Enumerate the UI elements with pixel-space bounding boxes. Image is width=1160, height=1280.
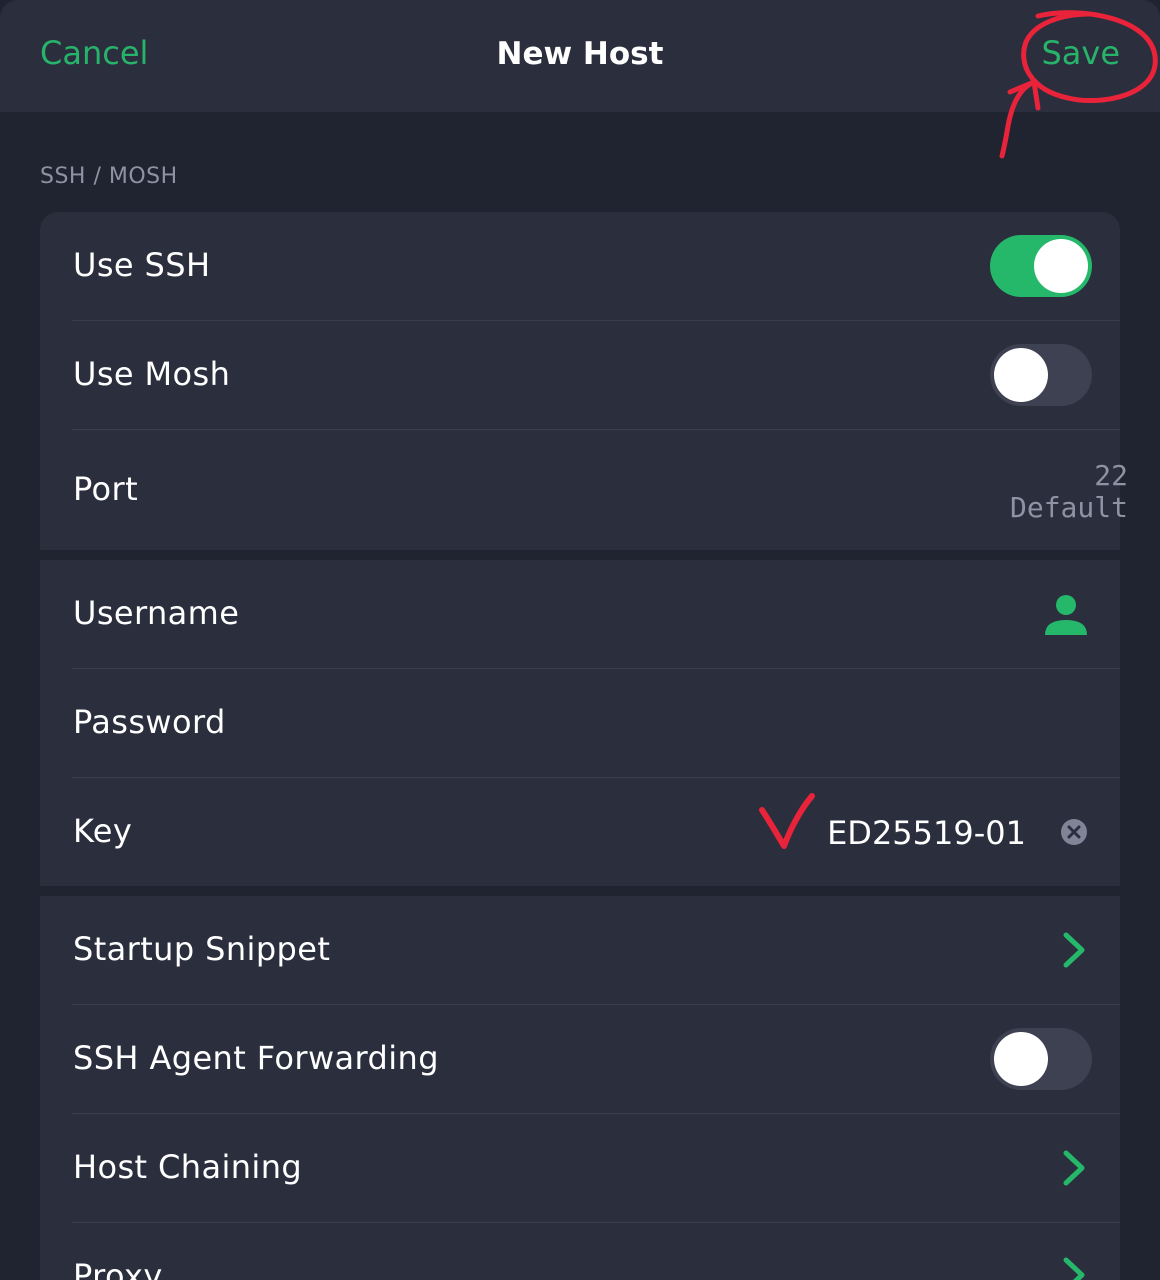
use-mosh-row[interactable]: Use Mosh	[40, 321, 1120, 429]
username-row[interactable]: Username	[40, 560, 1120, 668]
navigation-bar: Cancel New Host Save	[0, 0, 1160, 112]
person-icon[interactable]	[1044, 594, 1088, 636]
use-mosh-label: Use Mosh	[73, 355, 231, 393]
port-row[interactable]: Port	[40, 430, 1120, 550]
key-row[interactable]: Key ED25519-01	[40, 778, 1120, 886]
username-label: Username	[73, 594, 240, 632]
chevron-right-icon	[1063, 932, 1085, 968]
host-chaining-row[interactable]: Host Chaining	[40, 1114, 1120, 1222]
use-ssh-label: Use SSH	[73, 246, 211, 284]
chevron-right-icon	[1063, 1257, 1085, 1280]
page-title: New Host	[496, 36, 664, 72]
agent-forwarding-row[interactable]: SSH Agent Forwarding	[40, 1005, 1120, 1113]
ssh-mosh-group: Use SSH Use Mosh Port	[40, 212, 1120, 550]
credentials-group: Username Password Key ED25519-01	[40, 560, 1120, 886]
chevron-right-icon	[1063, 1150, 1085, 1186]
proxy-label: Proxy	[73, 1257, 163, 1280]
password-label: Password	[73, 703, 226, 741]
use-mosh-toggle[interactable]	[990, 344, 1092, 406]
password-row[interactable]: Password	[40, 669, 1120, 777]
use-ssh-toggle[interactable]	[990, 235, 1092, 297]
port-placeholder: Default	[1009, 491, 1128, 524]
key-value: ED25519-01	[827, 814, 1026, 852]
advanced-group: Startup Snippet SSH Agent Forwarding Hos…	[40, 896, 1120, 1280]
section-header-ssh-mosh: SSH / MOSH	[40, 164, 178, 189]
startup-snippet-row[interactable]: Startup Snippet	[40, 896, 1120, 1004]
port-value: 22	[1094, 459, 1128, 492]
port-field[interactable]: 22 Default	[1010, 460, 1128, 524]
startup-snippet-label: Startup Snippet	[73, 930, 331, 968]
toggle-knob	[994, 348, 1048, 402]
clear-icon[interactable]	[1060, 818, 1088, 846]
toggle-knob	[994, 1032, 1048, 1086]
key-label: Key	[73, 812, 133, 850]
port-label: Port	[73, 470, 139, 508]
agent-forwarding-toggle[interactable]	[990, 1028, 1092, 1090]
agent-forwarding-label: SSH Agent Forwarding	[73, 1039, 439, 1077]
toggle-knob	[1034, 239, 1088, 293]
use-ssh-row[interactable]: Use SSH	[40, 212, 1120, 320]
save-button[interactable]: Save	[1041, 34, 1120, 72]
proxy-row[interactable]: Proxy	[40, 1223, 1120, 1280]
host-chaining-label: Host Chaining	[73, 1148, 303, 1186]
